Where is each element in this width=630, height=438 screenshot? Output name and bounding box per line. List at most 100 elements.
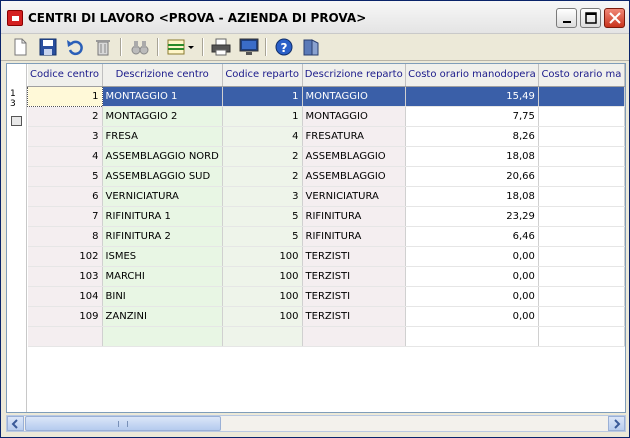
cell-codice-centro[interactable]: 5 <box>27 166 103 187</box>
cell-codice-centro[interactable]: 8 <box>27 226 103 247</box>
column-header-descrizione-centro[interactable]: Descrizione centro <box>102 64 223 87</box>
cell-codice-centro[interactable]: 109 <box>27 306 103 327</box>
table-row[interactable]: 104 BINI 100 TERZISTI 0,00 <box>27 286 625 307</box>
table-row[interactable]: 1 MONTAGGIO 1 1 MONTAGGIO 15,49 <box>27 85 625 107</box>
save-button[interactable] <box>37 37 59 57</box>
cell-costo-orario-ma[interactable] <box>538 86 625 107</box>
undo-button[interactable] <box>64 37 86 57</box>
cell-costo-orario-manodopera[interactable]: 7,75 <box>405 106 539 127</box>
find-button[interactable] <box>129 37 151 57</box>
cell-codice-reparto[interactable]: 4 <box>222 126 303 147</box>
cell-descrizione-reparto[interactable] <box>302 326 406 347</box>
cell-costo-orario-manodopera[interactable]: 20,66 <box>405 166 539 187</box>
scroll-left-button[interactable] <box>7 416 24 431</box>
table-row[interactable]: 7 RIFINITURA 1 5 RIFINITURA 23,29 <box>27 206 625 227</box>
cell-costo-orario-ma[interactable] <box>538 206 625 227</box>
cell-costo-orario-manodopera[interactable]: 15,49 <box>405 86 539 107</box>
cell-descrizione-centro[interactable] <box>102 326 223 347</box>
cell-codice-reparto[interactable]: 100 <box>222 306 303 327</box>
cell-codice-centro[interactable]: 3 <box>27 126 103 147</box>
cell-descrizione-reparto[interactable]: FRESATURA <box>302 126 406 147</box>
cell-descrizione-reparto[interactable]: TERZISTI <box>302 246 406 267</box>
cell-codice-reparto[interactable]: 5 <box>222 226 303 247</box>
cell-codice-centro[interactable]: 103 <box>27 266 103 287</box>
cell-descrizione-reparto[interactable]: MONTAGGIO <box>302 106 406 127</box>
column-header-costo-orario-ma[interactable]: Costo orario ma <box>538 64 625 87</box>
view-dropdown-button[interactable] <box>165 37 197 57</box>
preview-button[interactable] <box>237 37 259 57</box>
cell-costo-orario-ma[interactable] <box>538 226 625 247</box>
horizontal-scrollbar[interactable] <box>6 415 626 432</box>
cell-descrizione-centro[interactable]: MONTAGGIO 1 <box>102 86 223 107</box>
table-row[interactable]: 6 VERNICIATURA 3 VERNICIATURA 18,08 <box>27 186 625 207</box>
cell-codice-centro[interactable]: 1 <box>27 85 103 107</box>
cell-costo-orario-manodopera[interactable]: 23,29 <box>405 206 539 227</box>
column-header-costo-orario-manodopera[interactable]: Costo orario manodopera <box>405 64 539 87</box>
cell-descrizione-reparto[interactable]: VERNICIATURA <box>302 186 406 207</box>
cell-costo-orario-ma[interactable] <box>538 186 625 207</box>
cell-costo-orario-ma[interactable] <box>538 166 625 187</box>
cell-codice-reparto[interactable]: 1 <box>222 106 303 127</box>
cell-descrizione-centro[interactable]: ASSEMBLAGGIO SUD <box>102 166 223 187</box>
cell-descrizione-centro[interactable]: BINI <box>102 286 223 307</box>
cell-codice-reparto[interactable]: 2 <box>222 166 303 187</box>
cell-costo-orario-manodopera[interactable]: 6,46 <box>405 226 539 247</box>
cell-codice-centro[interactable]: 4 <box>27 146 103 167</box>
cell-descrizione-reparto[interactable]: ASSEMBLAGGIO <box>302 146 406 167</box>
cell-codice-centro[interactable]: 6 <box>27 186 103 207</box>
cell-costo-orario-manodopera[interactable]: 8,26 <box>405 126 539 147</box>
cell-codice-reparto[interactable]: 100 <box>222 246 303 267</box>
cell-codice-reparto[interactable]: 100 <box>222 286 303 307</box>
cell-costo-orario-ma[interactable] <box>538 246 625 267</box>
record-navigator-icon[interactable] <box>11 116 22 126</box>
cell-descrizione-centro[interactable]: MARCHI <box>102 266 223 287</box>
minimize-button[interactable] <box>556 8 577 28</box>
cell-costo-orario-manodopera[interactable]: 0,00 <box>405 246 539 267</box>
column-header-codice-reparto[interactable]: Codice reparto <box>222 64 303 87</box>
exit-button[interactable] <box>300 37 322 57</box>
cell-descrizione-centro[interactable]: MONTAGGIO 2 <box>102 106 223 127</box>
delete-button[interactable] <box>92 37 114 57</box>
cell-descrizione-reparto[interactable]: ASSEMBLAGGIO <box>302 166 406 187</box>
cell-costo-orario-manodopera[interactable]: 0,00 <box>405 266 539 287</box>
table-row[interactable]: 5 ASSEMBLAGGIO SUD 2 ASSEMBLAGGIO 20,66 <box>27 166 625 187</box>
cell-codice-reparto[interactable]: 5 <box>222 206 303 227</box>
table-row[interactable]: 2 MONTAGGIO 2 1 MONTAGGIO 7,75 <box>27 106 625 127</box>
maximize-button[interactable] <box>580 8 601 28</box>
cell-costo-orario-ma[interactable] <box>538 266 625 287</box>
cell-codice-centro[interactable] <box>27 326 103 347</box>
cell-costo-orario-ma[interactable] <box>538 126 625 147</box>
cell-descrizione-reparto[interactable]: RIFINITURA <box>302 226 406 247</box>
close-button[interactable] <box>604 8 625 28</box>
cell-costo-orario-manodopera[interactable]: 0,00 <box>405 306 539 327</box>
table-row[interactable]: 8 RIFINITURA 2 5 RIFINITURA 6,46 <box>27 226 625 247</box>
cell-descrizione-reparto[interactable]: RIFINITURA <box>302 206 406 227</box>
cell-costo-orario-manodopera[interactable]: 18,08 <box>405 186 539 207</box>
new-button[interactable] <box>9 37 31 57</box>
cell-descrizione-centro[interactable]: VERNICIATURA <box>102 186 223 207</box>
cell-descrizione-reparto[interactable]: TERZISTI <box>302 306 406 327</box>
cell-descrizione-reparto[interactable]: TERZISTI <box>302 266 406 287</box>
table-row[interactable]: 102 ISMES 100 TERZISTI 0,00 <box>27 246 625 267</box>
cell-descrizione-centro[interactable]: RIFINITURA 2 <box>102 226 223 247</box>
cell-descrizione-reparto[interactable]: TERZISTI <box>302 286 406 307</box>
cell-descrizione-centro[interactable]: RIFINITURA 1 <box>102 206 223 227</box>
scroll-thumb[interactable] <box>25 416 221 431</box>
title-bar[interactable]: CENTRI DI LAVORO <PROVA - AZIENDA DI PRO… <box>1 1 629 34</box>
cell-costo-orario-ma[interactable] <box>538 146 625 167</box>
cell-costo-orario-ma[interactable] <box>538 326 625 347</box>
table-row[interactable]: 3 FRESA 4 FRESATURA 8,26 <box>27 126 625 147</box>
column-header-descrizione-reparto[interactable]: Descrizione reparto <box>302 64 406 87</box>
help-button[interactable]: ? <box>273 37 295 57</box>
cell-descrizione-reparto[interactable]: MONTAGGIO <box>302 86 406 107</box>
cell-codice-centro[interactable]: 104 <box>27 286 103 307</box>
cell-descrizione-centro[interactable]: ZANZINI <box>102 306 223 327</box>
table-row[interactable] <box>27 326 625 347</box>
table-row[interactable]: 109 ZANZINI 100 TERZISTI 0,00 <box>27 306 625 327</box>
cell-codice-centro[interactable]: 102 <box>27 246 103 267</box>
table-row[interactable]: 103 MARCHI 100 TERZISTI 0,00 <box>27 266 625 287</box>
cell-costo-orario-manodopera[interactable] <box>405 326 539 347</box>
table-row[interactable]: 4 ASSEMBLAGGIO NORD 2 ASSEMBLAGGIO 18,08 <box>27 146 625 167</box>
cell-costo-orario-ma[interactable] <box>538 106 625 127</box>
print-button[interactable] <box>209 37 231 57</box>
